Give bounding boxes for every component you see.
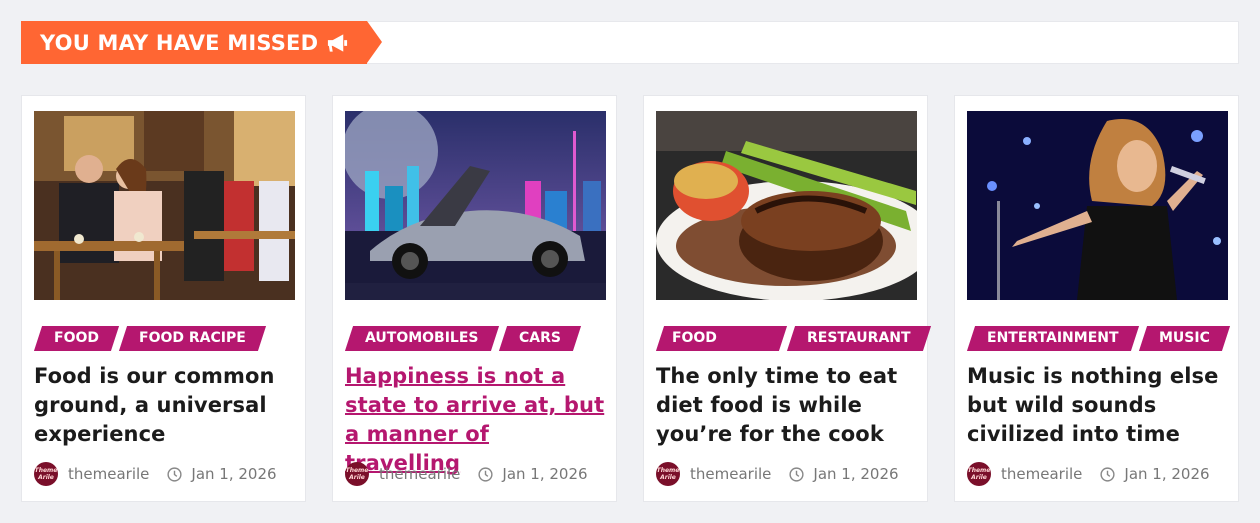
category-tags: AUTOMOBILES CARS xyxy=(344,326,581,351)
post-date[interactable]: Jan 1, 2026 xyxy=(813,465,898,483)
avatar[interactable]: Theme Arile xyxy=(656,462,680,486)
post-title-link[interactable]: The only time to eat diet food is while … xyxy=(656,364,897,446)
steak-asparagus-photo[interactable] xyxy=(656,111,917,300)
post-meta: Theme Arile themearile Jan 1, 2026 xyxy=(967,462,1210,486)
post-title: Food is our common ground, a universal e… xyxy=(34,362,296,449)
avatar[interactable]: Theme Arile xyxy=(345,462,369,486)
author-link[interactable]: themearile xyxy=(68,465,149,483)
post-card: ENTERTAINMENT MUSIC Music is nothing els… xyxy=(954,95,1239,502)
post-date[interactable]: Jan 1, 2026 xyxy=(502,465,587,483)
post-date[interactable]: Jan 1, 2026 xyxy=(191,465,276,483)
post-card: FOOD RACIPE RESTAURANT The only time to … xyxy=(643,95,932,502)
section-header: YOU MAY HAVE MISSED xyxy=(21,21,1239,64)
clock-icon xyxy=(789,466,804,482)
post-meta: Theme Arile themearile Jan 1, 2026 xyxy=(34,462,277,486)
category-tags: ENTERTAINMENT MUSIC xyxy=(966,326,1230,351)
post-title: Music is nothing else but wild sounds ci… xyxy=(967,362,1229,449)
category-tags: FOOD FOOD RACIPE xyxy=(33,326,266,351)
post-card: AUTOMOBILES CARS Happiness is not a stat… xyxy=(332,95,617,502)
section-title-box: YOU MAY HAVE MISSED xyxy=(21,21,382,64)
tag-food-racipe[interactable]: FOOD RACIPE xyxy=(655,326,788,371)
author-link[interactable]: themearile xyxy=(690,465,771,483)
post-title-link[interactable]: Food is our common ground, a universal e… xyxy=(34,364,275,446)
post-title-link[interactable]: Music is nothing else but wild sounds ci… xyxy=(967,364,1218,446)
author-link[interactable]: themearile xyxy=(379,465,460,483)
tag-music[interactable]: MUSIC xyxy=(1138,326,1230,351)
restaurant-couple-photo[interactable] xyxy=(34,111,295,300)
author-link[interactable]: themearile xyxy=(1001,465,1082,483)
tag-food-racipe[interactable]: FOOD RACIPE xyxy=(118,326,266,351)
post-meta: Theme Arile themearile Jan 1, 2026 xyxy=(656,462,899,486)
section-title: YOU MAY HAVE MISSED xyxy=(40,30,319,55)
avatar[interactable]: Theme Arile xyxy=(34,462,58,486)
post-title-link[interactable]: Happiness is not a state to arrive at, b… xyxy=(345,364,604,475)
futuristic-car-city-photo[interactable] xyxy=(345,111,606,300)
tag-automobiles[interactable]: AUTOMOBILES xyxy=(344,326,499,351)
clock-icon xyxy=(167,466,182,482)
post-card: FOOD FOOD RACIPE Food is our common grou… xyxy=(21,95,306,502)
post-title: Happiness is not a state to arrive at, b… xyxy=(345,362,607,478)
tag-food[interactable]: FOOD xyxy=(33,326,120,351)
category-tags: FOOD RACIPE RESTAURANT xyxy=(655,326,932,371)
tag-restaurant[interactable]: RESTAURANT xyxy=(787,326,932,351)
post-date[interactable]: Jan 1, 2026 xyxy=(1124,465,1209,483)
singer-on-stage-photo[interactable] xyxy=(967,111,1228,300)
megaphone-icon xyxy=(328,33,348,52)
post-meta: Theme Arile themearile Jan 1, 2026 xyxy=(345,462,588,486)
clock-icon xyxy=(1100,466,1115,482)
tag-cars[interactable]: CARS xyxy=(498,326,581,351)
clock-icon xyxy=(478,466,493,482)
avatar[interactable]: Theme Arile xyxy=(967,462,991,486)
tag-entertainment[interactable]: ENTERTAINMENT xyxy=(966,326,1139,351)
post-title: The only time to eat diet food is while … xyxy=(656,362,918,449)
